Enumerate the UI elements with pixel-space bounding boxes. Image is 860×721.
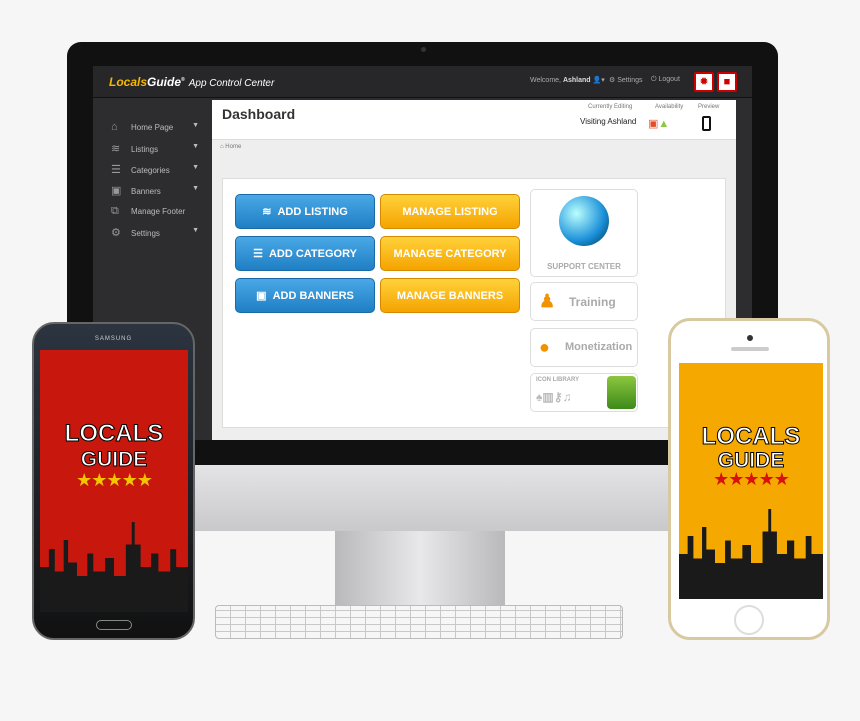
globe-magnifier-icon [559, 196, 609, 246]
city-skyline [679, 509, 823, 599]
sidebar-item-home-page[interactable]: ⌂ Home Page ▼ [99, 121, 203, 141]
main-panel: Dashboard Currently Editing Visiting Ash… [212, 100, 736, 440]
sidebar-item-categories[interactable]: ☰ Categories ▼ [99, 163, 203, 183]
banner-icon: ▣ [111, 185, 122, 197]
rating-stars: ★★★★★ [76, 470, 153, 490]
html5-icon: ▣ [648, 118, 659, 130]
manage-banners-button[interactable]: MANAGE BANNERS [380, 278, 520, 313]
samsung-screen: LOCALS GUIDE ★★★★★ [40, 350, 188, 612]
preview-label: Preview [698, 104, 720, 110]
availability-label: Availability [655, 104, 684, 110]
training-tile[interactable]: ♟ Training [530, 282, 638, 321]
sample-icons: ♠▥⚷♫ [536, 390, 572, 404]
page-title: Dashboard [222, 106, 296, 122]
footer-icon: ⧉ [111, 205, 119, 217]
logout-link[interactable]: ⏻ Logout [651, 76, 680, 84]
samsung-brand: SAMSUNG [94, 336, 133, 342]
add-category-button[interactable]: ☰ ADD CATEGORY [235, 236, 375, 271]
user-icon: 👤▾ [592, 77, 605, 84]
add-listing-button[interactable]: ≋ ADD LISTING [235, 194, 375, 229]
iphone-screen: LOCALS GUIDE ★★★★★ [679, 363, 823, 599]
monitor-stand [335, 531, 505, 605]
list-icon: ☰ [111, 164, 121, 176]
currently-editing-label: Currently Editing [588, 104, 633, 110]
layers-icon: ≋ [111, 143, 121, 155]
monetization-tile[interactable]: ● Monetization [530, 328, 638, 367]
sidebar-item-banners[interactable]: ▣ Banners ▼ [99, 184, 203, 204]
forest-icon [607, 376, 636, 409]
keyboard [215, 605, 623, 639]
home-button [96, 620, 132, 630]
add-banners-button[interactable]: ▣ ADD BANNERS [235, 278, 375, 313]
top-bar: LocalsGuide® App Control Center Welcome, … [93, 66, 752, 98]
piggy-bank-icon: ● [539, 337, 550, 357]
rating-stars: ★★★★★ [713, 469, 790, 489]
app-logo[interactable]: LocalsGuide® App Control Center [109, 75, 274, 89]
breadcrumb-home[interactable]: Home [225, 144, 241, 150]
availability-icons: ▣▲ [648, 117, 669, 130]
android-icon: ▲ [658, 118, 670, 130]
page-header: Dashboard Currently Editing Visiting Ash… [212, 100, 736, 140]
settings-link[interactable]: ⚙ Settings [609, 76, 643, 84]
icon-library-tile[interactable]: ICON LIBRARY ♠▥⚷♫ [530, 373, 638, 412]
camera [421, 47, 426, 52]
gear-icon: ⚙ [609, 77, 618, 84]
sidebar-item-listings[interactable]: ≋ Listings ▼ [99, 142, 203, 162]
welcome-user-menu[interactable]: Welcome, Ashland 👤▾ [530, 76, 605, 84]
clipboard-button[interactable]: ■ [717, 72, 737, 92]
home-icon: ⌂ [111, 121, 118, 133]
samsung-phone: SAMSUNG LOCALS GUIDE ★★★★★ [32, 322, 195, 640]
banner-icon: ▣ [256, 290, 267, 302]
manage-listing-button[interactable]: MANAGE LISTING [380, 194, 520, 229]
dashboard-card: ≋ ADD LISTING MANAGE LISTING ☰ ADD CATEGOR… [222, 178, 726, 428]
city-skyline [40, 522, 188, 612]
phone-preview-icon[interactable] [702, 116, 711, 131]
sidebar-item-settings[interactable]: ⚙ Settings ▼ [99, 226, 203, 246]
manage-category-button[interactable]: MANAGE CATEGORY [380, 236, 520, 271]
list-icon: ☰ [253, 248, 263, 260]
bug-report-button[interactable]: ✹ [694, 72, 714, 92]
sidebar-item-manage-footer[interactable]: ⧉ Manage Footer [99, 205, 203, 225]
home-button [734, 605, 764, 635]
presenter-icon: ♟ [539, 291, 556, 311]
iphone: LOCALS GUIDE ★★★★★ [668, 318, 830, 640]
clipboard-icon: ■ [723, 76, 731, 88]
currently-editing-value[interactable]: Visiting Ashland [580, 117, 636, 126]
support-center-tile[interactable]: SUPPORT CENTER [530, 189, 638, 277]
bug-icon: ✹ [699, 76, 709, 88]
gear-icon: ⚙ [111, 227, 121, 239]
layers-icon: ≋ [262, 206, 272, 218]
breadcrumb: ⌂ Home [220, 144, 241, 150]
